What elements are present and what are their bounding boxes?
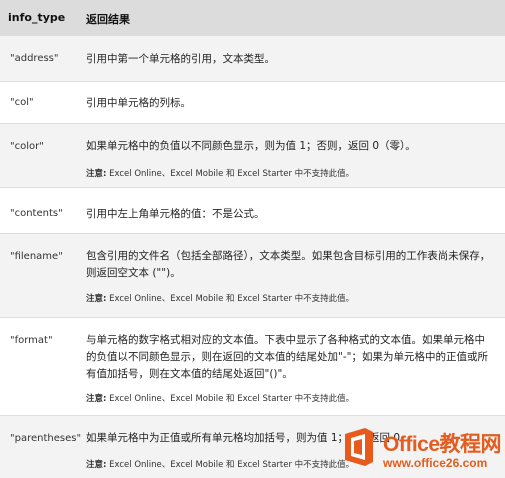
note-text: Excel Online、Excel Mobile 和 Excel Starte… [109,169,355,179]
note-prefix: 注意: [86,460,107,470]
row-key: "address" [10,53,59,64]
row-note: 注意: Excel Online、Excel Mobile 和 Excel St… [86,292,491,304]
note-text: Excel Online、Excel Mobile 和 Excel Starte… [109,394,355,404]
row-desc: 引用中第一个单元格的引用，文本类型。 [86,53,275,65]
row-key: "format" [10,335,53,346]
watermark-url: www.office26.com [383,456,488,470]
table-row: "format" 与单元格的数字格式相对应的文本值。下表中显示了各种格式的文本值… [0,318,505,416]
note-prefix: 注意: [86,294,107,304]
row-key: "contents" [10,208,63,219]
table-row: "col" 引用中单元格的列标。 [0,82,505,124]
row-key: "color" [10,141,44,152]
row-desc: 引用中单元格的列标。 [86,97,191,109]
row-note: 注意: Excel Online、Excel Mobile 和 Excel St… [86,392,491,404]
watermark-title: Office教程网 [383,433,502,456]
row-desc: 包含引用的文件名（包括全部路径），文本类型。如果包含目标引用的工作表尚未保存，则… [86,250,491,279]
note-prefix: 注意: [86,394,107,404]
office-logo-icon [345,428,373,466]
row-desc: 如果单元格中的负值以不同颜色显示，则为值 1；否则，返回 0（零）。 [86,140,416,152]
note-text: Excel Online、Excel Mobile 和 Excel Starte… [109,294,355,304]
note-prefix: 注意: [86,169,107,179]
row-desc: 与单元格的数字格式相对应的文本值。下表中显示了各种格式的文本值。如果单元格中的负… [86,334,488,380]
header-return-result: 返回结果 [86,13,130,26]
row-key: "parentheses" [10,433,82,444]
table-header: info_type 返回结果 [0,0,505,36]
header-info-type: info_type [8,11,66,24]
table-row: "address" 引用中第一个单元格的引用，文本类型。 [0,36,505,82]
office26-watermark: Office教程网 www.office26.com [339,424,505,478]
row-key: "filename" [10,251,63,262]
table-row: "filename" 包含引用的文件名（包括全部路径），文本类型。如果包含目标引… [0,234,505,318]
table-row: "contents" 引用中左上角单元格的值：不是公式。 [0,188,505,234]
table-row: "color" 如果单元格中的负值以不同颜色显示，则为值 1；否则，返回 0（零… [0,124,505,188]
note-text: Excel Online、Excel Mobile 和 Excel Starte… [109,460,355,470]
row-note: 注意: Excel Online、Excel Mobile 和 Excel St… [86,167,491,179]
row-key: "col" [10,97,34,108]
row-desc: 引用中左上角单元格的值：不是公式。 [86,208,265,220]
